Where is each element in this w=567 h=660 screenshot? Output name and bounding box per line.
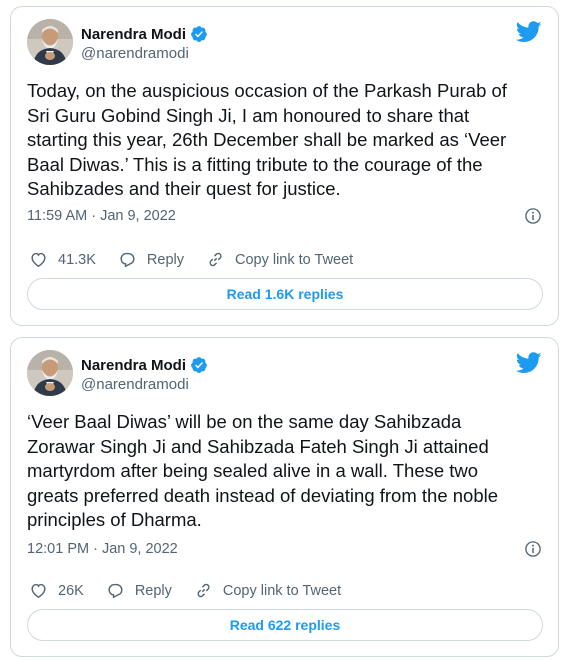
author-handle[interactable]: @narendramodi: [81, 376, 189, 393]
author-name[interactable]: Narendra Modi: [81, 26, 186, 43]
heart-icon: [31, 583, 46, 599]
verified-badge-icon: [191, 357, 207, 373]
tweet-timestamp[interactable]: 12:01 PM · Jan 9, 2022: [27, 541, 178, 557]
twitter-bird-icon[interactable]: [516, 352, 542, 374]
read-replies-button[interactable]: Read 622 replies: [27, 609, 543, 641]
twitter-bird-icon[interactable]: [516, 21, 542, 43]
read-replies-button[interactable]: Read 1.6K replies: [27, 278, 543, 310]
author-name[interactable]: Narendra Modi: [81, 357, 186, 374]
verified-badge-icon: [191, 26, 207, 42]
heart-icon: [31, 252, 46, 268]
tweet-text: ‘Veer Baal Diwas’ will be on the same da…: [27, 411, 499, 530]
author-handle[interactable]: @narendramodi: [81, 45, 189, 62]
avatar[interactable]: [27, 19, 73, 65]
copy-link-button[interactable]: Copy link to Tweet: [194, 581, 341, 600]
reply-icon: [108, 583, 123, 599]
copy-link-label: Copy link to Tweet: [222, 582, 342, 599]
reply-button[interactable]: Reply: [106, 581, 172, 600]
link-icon: [197, 583, 210, 598]
tweet-card[interactable]: Narendra Modi @narendramodi ‘Veer Baal D…: [10, 337, 559, 657]
info-icon[interactable]: [524, 540, 542, 558]
link-icon: [209, 252, 222, 267]
like-button[interactable]: 41.3K: [29, 250, 96, 269]
avatar[interactable]: [27, 350, 73, 396]
reply-label: Reply: [134, 582, 172, 599]
tweet-timestamp[interactable]: 11:59 AM · Jan 9, 2022: [27, 208, 176, 224]
like-count: 26K: [58, 582, 84, 599]
copy-link-button[interactable]: Copy link to Tweet: [206, 250, 353, 269]
copy-link-label: Copy link to Tweet: [234, 251, 354, 268]
reply-icon: [120, 252, 135, 268]
reply-label: Reply: [146, 251, 184, 268]
tweet-text: Today, on the auspicious occasion of the…: [27, 80, 507, 199]
reply-button[interactable]: Reply: [118, 250, 184, 269]
tweet-card[interactable]: Narendra Modi @narendramodi Today, on th…: [10, 6, 559, 326]
info-icon[interactable]: [524, 207, 542, 225]
like-count: 41.3K: [58, 251, 96, 268]
like-button[interactable]: 26K: [29, 581, 84, 600]
